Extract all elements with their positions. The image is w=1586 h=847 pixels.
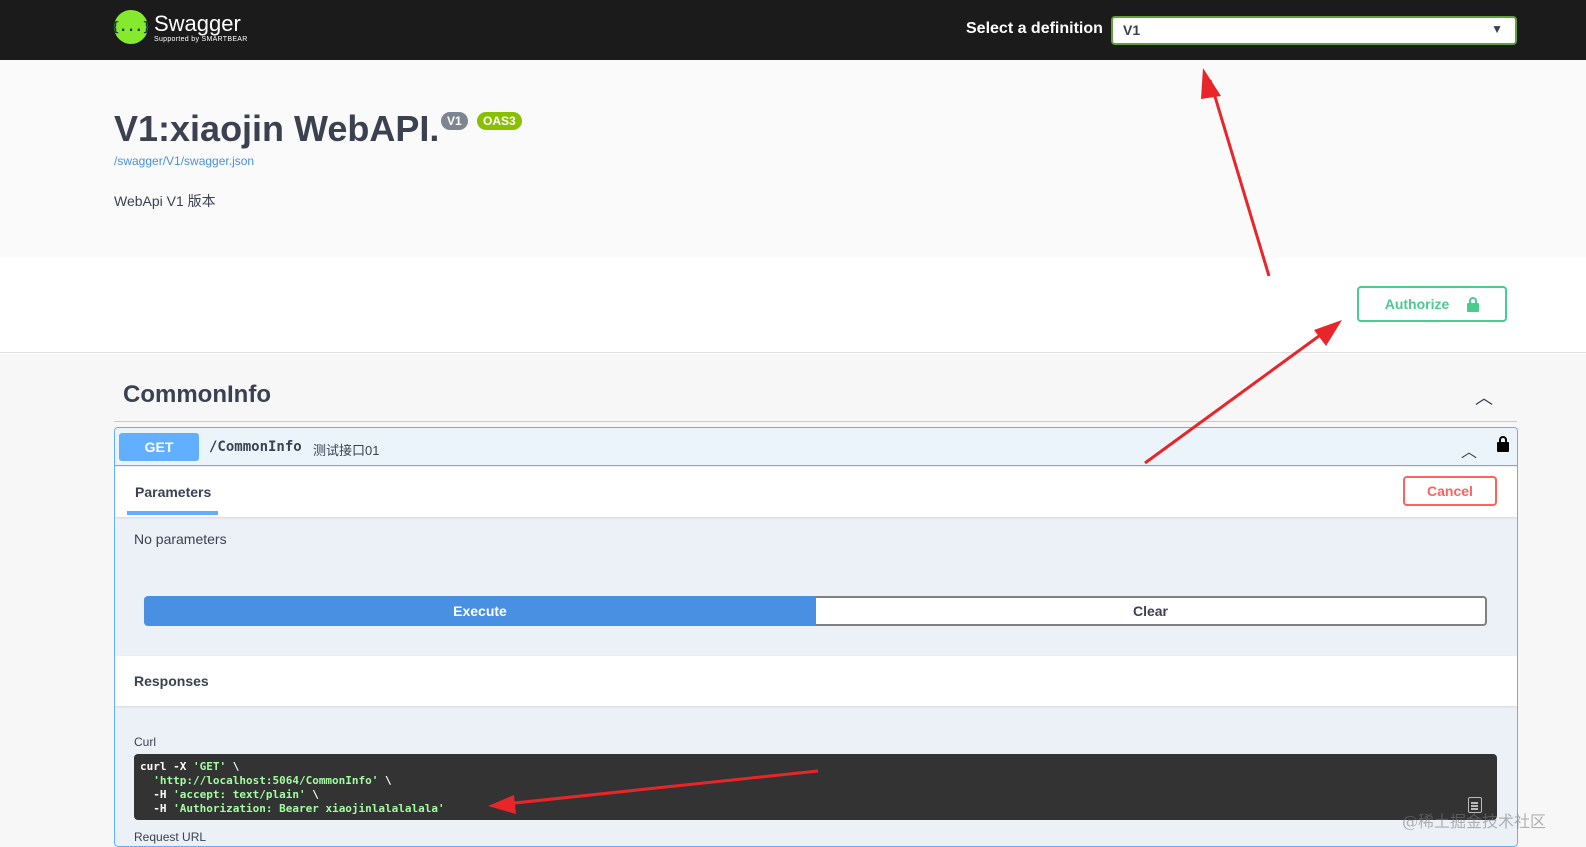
- api-description: WebApi V1 版本: [114, 193, 216, 209]
- opblock-summary[interactable]: GET /CommonInfo 测试接口01 ︿: [115, 428, 1517, 466]
- clear-button[interactable]: Clear: [816, 596, 1487, 626]
- authorize-label: Authorize: [1384, 296, 1450, 312]
- authorize-button[interactable]: Authorize: [1357, 286, 1507, 322]
- info-section: V1:xiaojin WebAPI. V1 OAS3 /swagger/V1/s…: [0, 60, 1586, 257]
- logo-text: Swagger Supported by SMARTBEAR: [154, 10, 248, 43]
- tag-name: CommonInfo: [123, 381, 271, 408]
- operation-path: /CommonInfo: [209, 439, 302, 455]
- curl-code-block[interactable]: curl -X 'GET' \ 'http://localhost:5064/C…: [134, 754, 1497, 820]
- page-title: V1:xiaojin WebAPI.: [114, 108, 440, 149]
- logo-subtitle: Supported by SMARTBEAR: [154, 35, 248, 43]
- topbar: {...} Swagger Supported by SMARTBEAR Sel…: [0, 0, 1586, 60]
- parameters-header: Parameters Cancel: [115, 467, 1517, 517]
- method-badge: GET: [119, 433, 199, 461]
- lock-icon: [1467, 297, 1480, 312]
- responses-header: Responses: [115, 656, 1517, 706]
- logo-name: Swagger: [154, 10, 241, 36]
- definition-label: Select a definition: [966, 20, 1103, 37]
- responses-title: Responses: [134, 673, 209, 689]
- cancel-button[interactable]: Cancel: [1403, 476, 1497, 506]
- tag-header-commoninfo[interactable]: CommonInfo ︿: [114, 376, 1517, 422]
- operation-summary: 测试接口01: [313, 443, 380, 458]
- chevron-up-icon[interactable]: ︿: [1475, 384, 1493, 410]
- scheme-container: Authorize: [0, 257, 1586, 353]
- spec-url-link[interactable]: /swagger/V1/swagger.json: [114, 154, 254, 168]
- chevron-down-icon: ▼: [1491, 22, 1503, 36]
- no-parameters-text: No parameters: [134, 531, 227, 547]
- tab-parameters[interactable]: Parameters: [127, 467, 218, 515]
- definition-select-value: V1: [1123, 22, 1141, 38]
- oas-badge: OAS3: [477, 112, 522, 130]
- opblock-get-commoninfo: GET /CommonInfo 测试接口01 ︿ Parameters Canc…: [114, 427, 1518, 847]
- execute-wrapper: Execute Clear: [144, 596, 1487, 626]
- request-url-label: Request URL: [134, 830, 207, 844]
- operations-area: CommonInfo ︿ GET /CommonInfo 测试接口01 ︿ Pa…: [0, 354, 1586, 847]
- version-badge: V1: [441, 112, 468, 130]
- lock-icon[interactable]: [1497, 436, 1509, 452]
- definition-select[interactable]: V1 ▼: [1111, 16, 1517, 45]
- swagger-logo[interactable]: {...} Swagger Supported by SMARTBEAR: [111, 10, 248, 44]
- execute-button[interactable]: Execute: [144, 596, 816, 626]
- swagger-logo-icon: {...}: [111, 10, 151, 44]
- chevron-up-icon[interactable]: ︿: [1461, 438, 1477, 462]
- watermark: @稀土掘金技术社区: [1402, 812, 1547, 831]
- curl-label: Curl: [134, 735, 157, 749]
